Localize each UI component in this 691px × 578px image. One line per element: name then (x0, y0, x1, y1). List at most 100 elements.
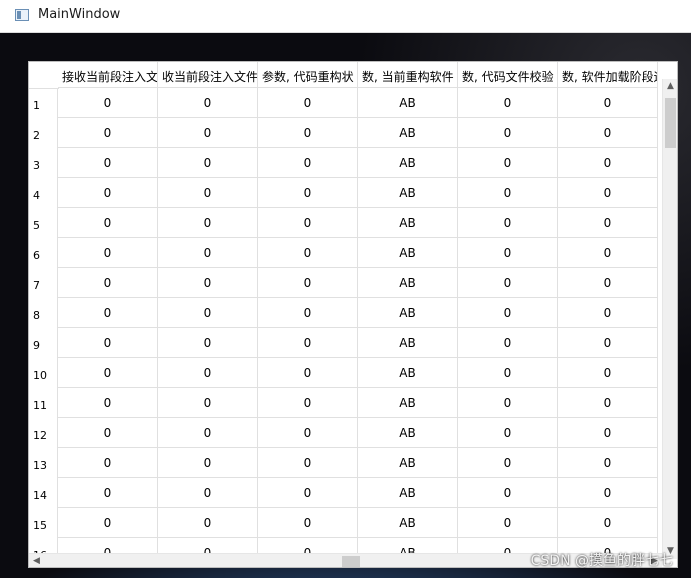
row-number-header[interactable]: 1 (29, 88, 58, 118)
table-cell[interactable]: 0 (458, 508, 558, 538)
scroll-left-arrow-icon[interactable]: ◀ (29, 554, 44, 567)
table-cell[interactable]: 0 (458, 148, 558, 178)
window-titlebar[interactable]: MainWindow (0, 0, 691, 33)
table-cell[interactable]: 0 (458, 388, 558, 418)
table-cell[interactable]: 0 (58, 358, 158, 388)
table-cell[interactable]: 0 (558, 478, 658, 508)
table-cell[interactable]: AB (358, 298, 458, 328)
table-cell[interactable]: 0 (258, 238, 358, 268)
table-row[interactable]: 11 0 0 0 AB 0 0 (29, 388, 662, 418)
table-cell[interactable]: 0 (58, 208, 158, 238)
table-cell[interactable]: 0 (258, 478, 358, 508)
row-number-header[interactable]: 6 (29, 238, 58, 268)
table-cell[interactable]: 0 (258, 268, 358, 298)
table-row[interactable]: 5 0 0 0 AB 0 0 (29, 208, 662, 238)
table-cell[interactable]: 0 (558, 448, 658, 478)
table-cell[interactable]: 0 (258, 298, 358, 328)
table-cell[interactable]: AB (358, 418, 458, 448)
table-row[interactable]: 10 0 0 0 AB 0 0 (29, 358, 662, 388)
table-cell[interactable]: 0 (258, 178, 358, 208)
table-cell[interactable]: 0 (458, 178, 558, 208)
row-number-header[interactable]: 3 (29, 148, 58, 178)
column-header[interactable]: 数, 软件加载阶段运 (558, 62, 658, 88)
table-cell[interactable]: AB (358, 478, 458, 508)
row-number-header[interactable]: 4 (29, 178, 58, 208)
table-cell[interactable]: 0 (158, 88, 258, 118)
table-cell[interactable]: 0 (58, 88, 158, 118)
table-cell[interactable]: 0 (258, 328, 358, 358)
table-cell[interactable]: 0 (158, 118, 258, 148)
table-body[interactable]: 1 0 0 0 AB 0 0 2 0 0 0 AB 0 0 3 0 0 0 AB 0 0 4 0 0 0 AB 0 0 5 0 0 0 AB 0 0… (29, 88, 662, 560)
table-cell[interactable]: 0 (158, 148, 258, 178)
table-cell[interactable]: 0 (58, 298, 158, 328)
table-cell[interactable]: 0 (458, 268, 558, 298)
row-number-header[interactable]: 14 (29, 478, 58, 508)
horizontal-scroll-thumb[interactable] (342, 556, 360, 567)
vertical-scrollbar[interactable]: ▲ ▼ (662, 79, 677, 559)
table-cell[interactable]: 0 (458, 418, 558, 448)
row-number-header[interactable]: 12 (29, 418, 58, 448)
table-cell[interactable]: 0 (558, 358, 658, 388)
table-row[interactable]: 4 0 0 0 AB 0 0 (29, 178, 662, 208)
table-cell[interactable]: 0 (158, 268, 258, 298)
table-row[interactable]: 3 0 0 0 AB 0 0 (29, 148, 662, 178)
vertical-scroll-thumb[interactable] (665, 98, 676, 148)
table-cell[interactable]: 0 (158, 448, 258, 478)
table-cell[interactable]: 0 (158, 178, 258, 208)
table-cell[interactable]: 0 (558, 388, 658, 418)
scroll-up-arrow-icon[interactable]: ▲ (663, 79, 677, 94)
table-cell[interactable]: 0 (258, 508, 358, 538)
table-cell[interactable]: 0 (558, 208, 658, 238)
data-table[interactable]: 接收当前段注入文 收当前段注入文件 参数, 代码重构状 数, 当前重构软件 数, 代码文… (28, 61, 678, 568)
table-cell[interactable]: AB (358, 148, 458, 178)
table-cell[interactable]: AB (358, 328, 458, 358)
table-row[interactable]: 1 0 0 0 AB 0 0 (29, 88, 662, 118)
table-cell[interactable]: 0 (258, 448, 358, 478)
table-cell[interactable]: 0 (458, 478, 558, 508)
table-cell[interactable]: 0 (258, 118, 358, 148)
table-cell[interactable]: 0 (58, 478, 158, 508)
row-number-header[interactable]: 7 (29, 268, 58, 298)
table-row[interactable]: 8 0 0 0 AB 0 0 (29, 298, 662, 328)
table-cell[interactable]: 0 (258, 88, 358, 118)
table-cell[interactable]: AB (358, 118, 458, 148)
table-cell[interactable]: AB (358, 238, 458, 268)
table-cell[interactable]: 0 (558, 238, 658, 268)
table-cell[interactable]: 0 (558, 178, 658, 208)
row-number-header[interactable]: 5 (29, 208, 58, 238)
table-cell[interactable]: 0 (258, 388, 358, 418)
table-cell[interactable]: 0 (458, 448, 558, 478)
table-row[interactable]: 14 0 0 0 AB 0 0 (29, 478, 662, 508)
table-cell[interactable]: 0 (258, 148, 358, 178)
table-cell[interactable]: AB (358, 88, 458, 118)
table-row[interactable]: 13 0 0 0 AB 0 0 (29, 448, 662, 478)
table-cell[interactable]: 0 (158, 298, 258, 328)
row-number-header[interactable]: 15 (29, 508, 58, 538)
column-header[interactable]: 参数, 代码重构状 (258, 62, 358, 88)
table-cell[interactable]: 0 (558, 268, 658, 298)
table-cell[interactable]: 0 (258, 418, 358, 448)
row-number-header[interactable]: 2 (29, 118, 58, 148)
table-cell[interactable]: 0 (58, 118, 158, 148)
table-cell[interactable]: 0 (158, 418, 258, 448)
table-cell[interactable]: 0 (158, 208, 258, 238)
table-cell[interactable]: 0 (158, 388, 258, 418)
table-cell[interactable]: 0 (58, 268, 158, 298)
column-header[interactable]: 收当前段注入文件 (158, 62, 258, 88)
row-number-header[interactable]: 13 (29, 448, 58, 478)
table-cell[interactable]: 0 (158, 358, 258, 388)
row-number-header[interactable]: 9 (29, 328, 58, 358)
table-cell[interactable]: 0 (558, 328, 658, 358)
table-cell[interactable]: 0 (458, 298, 558, 328)
table-cell[interactable]: 0 (558, 148, 658, 178)
row-number-header[interactable]: 11 (29, 388, 58, 418)
table-cell[interactable]: 0 (558, 118, 658, 148)
table-cell[interactable]: AB (358, 178, 458, 208)
row-number-header[interactable]: 8 (29, 298, 58, 328)
table-cell[interactable]: 0 (558, 298, 658, 328)
table-cell[interactable]: 0 (558, 418, 658, 448)
table-cell[interactable]: 0 (258, 358, 358, 388)
table-cell[interactable]: 0 (58, 238, 158, 268)
table-cell[interactable]: 0 (458, 238, 558, 268)
row-number-header[interactable]: 10 (29, 358, 58, 388)
